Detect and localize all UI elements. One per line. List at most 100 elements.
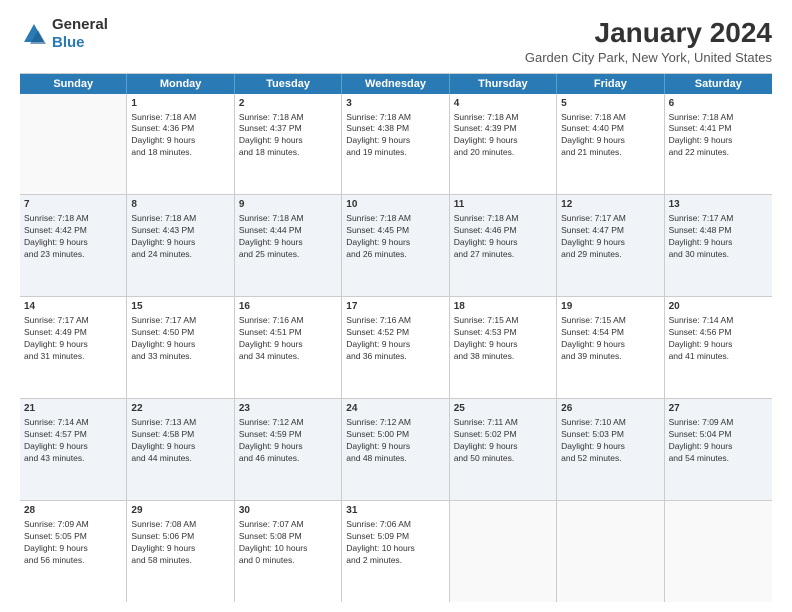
header-day-tuesday: Tuesday [235,74,342,94]
day-info-line: Daylight: 9 hours [454,339,552,351]
day-info-line: Sunset: 4:52 PM [346,327,444,339]
day-number: 23 [239,402,337,416]
day-info-line: Sunset: 4:51 PM [239,327,337,339]
calendar-cell: 10Sunrise: 7:18 AMSunset: 4:45 PMDayligh… [342,195,449,296]
day-number: 7 [24,198,122,212]
calendar-cell: 2Sunrise: 7:18 AMSunset: 4:37 PMDaylight… [235,94,342,195]
day-info-line: Daylight: 9 hours [669,339,768,351]
calendar-cell [20,94,127,195]
day-info-line: Sunrise: 7:10 AM [561,417,659,429]
day-info-line: Sunset: 4:50 PM [131,327,229,339]
calendar-cell: 27Sunrise: 7:09 AMSunset: 5:04 PMDayligh… [665,399,772,500]
day-info-line: Sunset: 4:47 PM [561,225,659,237]
day-info-line: Sunset: 4:37 PM [239,123,337,135]
day-info-line: and 18 minutes. [131,147,229,159]
day-info-line: Sunrise: 7:17 AM [131,315,229,327]
calendar-cell: 24Sunrise: 7:12 AMSunset: 5:00 PMDayligh… [342,399,449,500]
day-info-line: Sunset: 4:38 PM [346,123,444,135]
day-info-line: and 33 minutes. [131,351,229,363]
day-number: 5 [561,97,659,111]
day-number: 16 [239,300,337,314]
day-number: 24 [346,402,444,416]
calendar-cell: 23Sunrise: 7:12 AMSunset: 4:59 PMDayligh… [235,399,342,500]
day-info-line: Sunset: 5:00 PM [346,429,444,441]
day-info-line: Sunset: 5:02 PM [454,429,552,441]
day-info-line: Sunrise: 7:07 AM [239,519,337,531]
day-number: 30 [239,504,337,518]
day-info-line: Sunrise: 7:11 AM [454,417,552,429]
day-info-line: Daylight: 9 hours [346,237,444,249]
day-info-line: Daylight: 10 hours [239,543,337,555]
calendar-cell: 21Sunrise: 7:14 AMSunset: 4:57 PMDayligh… [20,399,127,500]
subtitle: Garden City Park, New York, United State… [525,50,772,65]
day-info-line: Sunset: 4:57 PM [24,429,122,441]
day-info-line: Sunrise: 7:15 AM [561,315,659,327]
day-info-line: and 22 minutes. [669,147,768,159]
calendar-cell: 9Sunrise: 7:18 AMSunset: 4:44 PMDaylight… [235,195,342,296]
day-info-line: and 36 minutes. [346,351,444,363]
day-info-line: Sunrise: 7:08 AM [131,519,229,531]
calendar-cell: 30Sunrise: 7:07 AMSunset: 5:08 PMDayligh… [235,501,342,602]
day-info-line: Daylight: 9 hours [131,543,229,555]
day-number: 8 [131,198,229,212]
day-info-line: and 38 minutes. [454,351,552,363]
day-info-line: Sunrise: 7:06 AM [346,519,444,531]
day-info-line: and 19 minutes. [346,147,444,159]
day-info-line: and 30 minutes. [669,249,768,261]
logo-icon [20,20,48,48]
day-number: 22 [131,402,229,416]
calendar-row-3: 21Sunrise: 7:14 AMSunset: 4:57 PMDayligh… [20,399,772,501]
day-info-line: Daylight: 9 hours [239,237,337,249]
day-info-line: Daylight: 9 hours [454,135,552,147]
day-info-line: Daylight: 9 hours [131,135,229,147]
day-info-line: Daylight: 9 hours [346,135,444,147]
header-day-wednesday: Wednesday [342,74,449,94]
day-number: 4 [454,97,552,111]
day-info-line: Daylight: 9 hours [24,543,122,555]
calendar-cell: 7Sunrise: 7:18 AMSunset: 4:42 PMDaylight… [20,195,127,296]
day-number: 6 [669,97,768,111]
day-info-line: Sunrise: 7:16 AM [346,315,444,327]
calendar-cell: 26Sunrise: 7:10 AMSunset: 5:03 PMDayligh… [557,399,664,500]
day-info-line: and 31 minutes. [24,351,122,363]
header-day-thursday: Thursday [450,74,557,94]
day-info-line: Sunset: 4:44 PM [239,225,337,237]
header-day-monday: Monday [127,74,234,94]
day-info-line: Sunrise: 7:17 AM [561,213,659,225]
day-number: 3 [346,97,444,111]
day-info-line: and 20 minutes. [454,147,552,159]
day-info-line: and 54 minutes. [669,453,768,465]
day-info-line: Sunrise: 7:09 AM [24,519,122,531]
day-number: 28 [24,504,122,518]
day-info-line: Sunrise: 7:18 AM [239,112,337,124]
day-info-line: Sunrise: 7:15 AM [454,315,552,327]
main-title: January 2024 [525,16,772,50]
day-info-line: and 25 minutes. [239,249,337,261]
day-number: 26 [561,402,659,416]
day-info-line: Sunrise: 7:17 AM [24,315,122,327]
calendar-cell: 1Sunrise: 7:18 AMSunset: 4:36 PMDaylight… [127,94,234,195]
calendar-header: SundayMondayTuesdayWednesdayThursdayFrid… [20,74,772,94]
day-info-line: Daylight: 9 hours [131,237,229,249]
day-number: 9 [239,198,337,212]
day-info-line: and 50 minutes. [454,453,552,465]
day-info-line: Sunset: 5:06 PM [131,531,229,543]
day-number: 1 [131,97,229,111]
day-info-line: Sunrise: 7:12 AM [239,417,337,429]
calendar-cell: 19Sunrise: 7:15 AMSunset: 4:54 PMDayligh… [557,297,664,398]
day-info-line: Daylight: 9 hours [669,135,768,147]
day-info-line: Sunrise: 7:09 AM [669,417,768,429]
calendar-cell: 28Sunrise: 7:09 AMSunset: 5:05 PMDayligh… [20,501,127,602]
logo-text: General Blue [52,16,108,52]
day-info-line: Sunset: 5:09 PM [346,531,444,543]
calendar-cell: 4Sunrise: 7:18 AMSunset: 4:39 PMDaylight… [450,94,557,195]
day-info-line: and 46 minutes. [239,453,337,465]
day-info-line: and 26 minutes. [346,249,444,261]
day-number: 10 [346,198,444,212]
day-info-line: and 39 minutes. [561,351,659,363]
day-info-line: and 2 minutes. [346,555,444,567]
day-info-line: and 44 minutes. [131,453,229,465]
day-info-line: Sunrise: 7:18 AM [131,213,229,225]
day-info-line: and 41 minutes. [669,351,768,363]
calendar-cell: 15Sunrise: 7:17 AMSunset: 4:50 PMDayligh… [127,297,234,398]
